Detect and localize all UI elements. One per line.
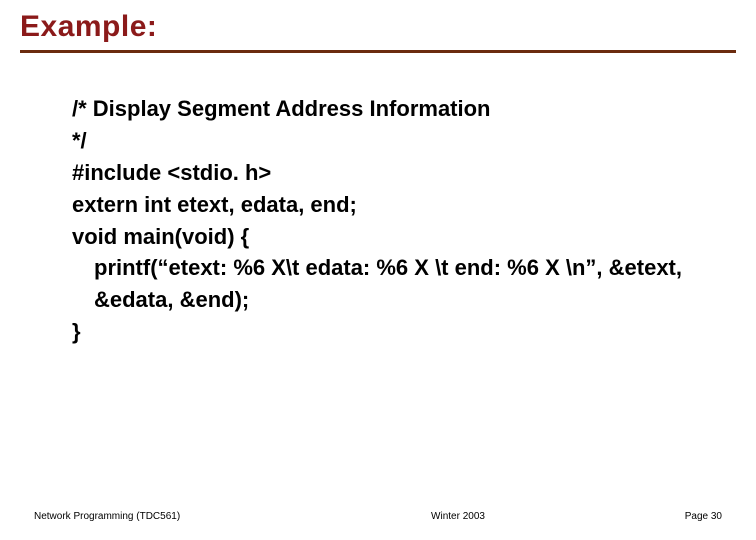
footer: Network Programming (TDC561) Winter 2003… [0,511,756,522]
footer-left: Network Programming (TDC561) [34,511,210,522]
code-line-5: void main(void) { [72,221,736,253]
code-line-2: */ [72,125,736,157]
footer-right: Page 30 [546,511,722,522]
title-rule [20,50,736,53]
title-rule-wrap [20,50,736,53]
footer-center: Winter 2003 [210,511,546,522]
code-line-4: extern int etext, edata, end; [72,189,736,221]
code-line-7: } [72,316,736,348]
slide-title: Example: [20,10,157,44]
slide: Example: /* Display Segment Address Info… [0,0,756,540]
code-line-3: #include <stdio. h> [72,157,736,189]
code-block: /* Display Segment Address Information *… [72,93,736,348]
title-row: Example: [20,10,736,44]
code-line-1: /* Display Segment Address Information [72,93,736,125]
code-line-6: printf(“etext: %6 X\t edata: %6 X \t end… [72,252,736,316]
